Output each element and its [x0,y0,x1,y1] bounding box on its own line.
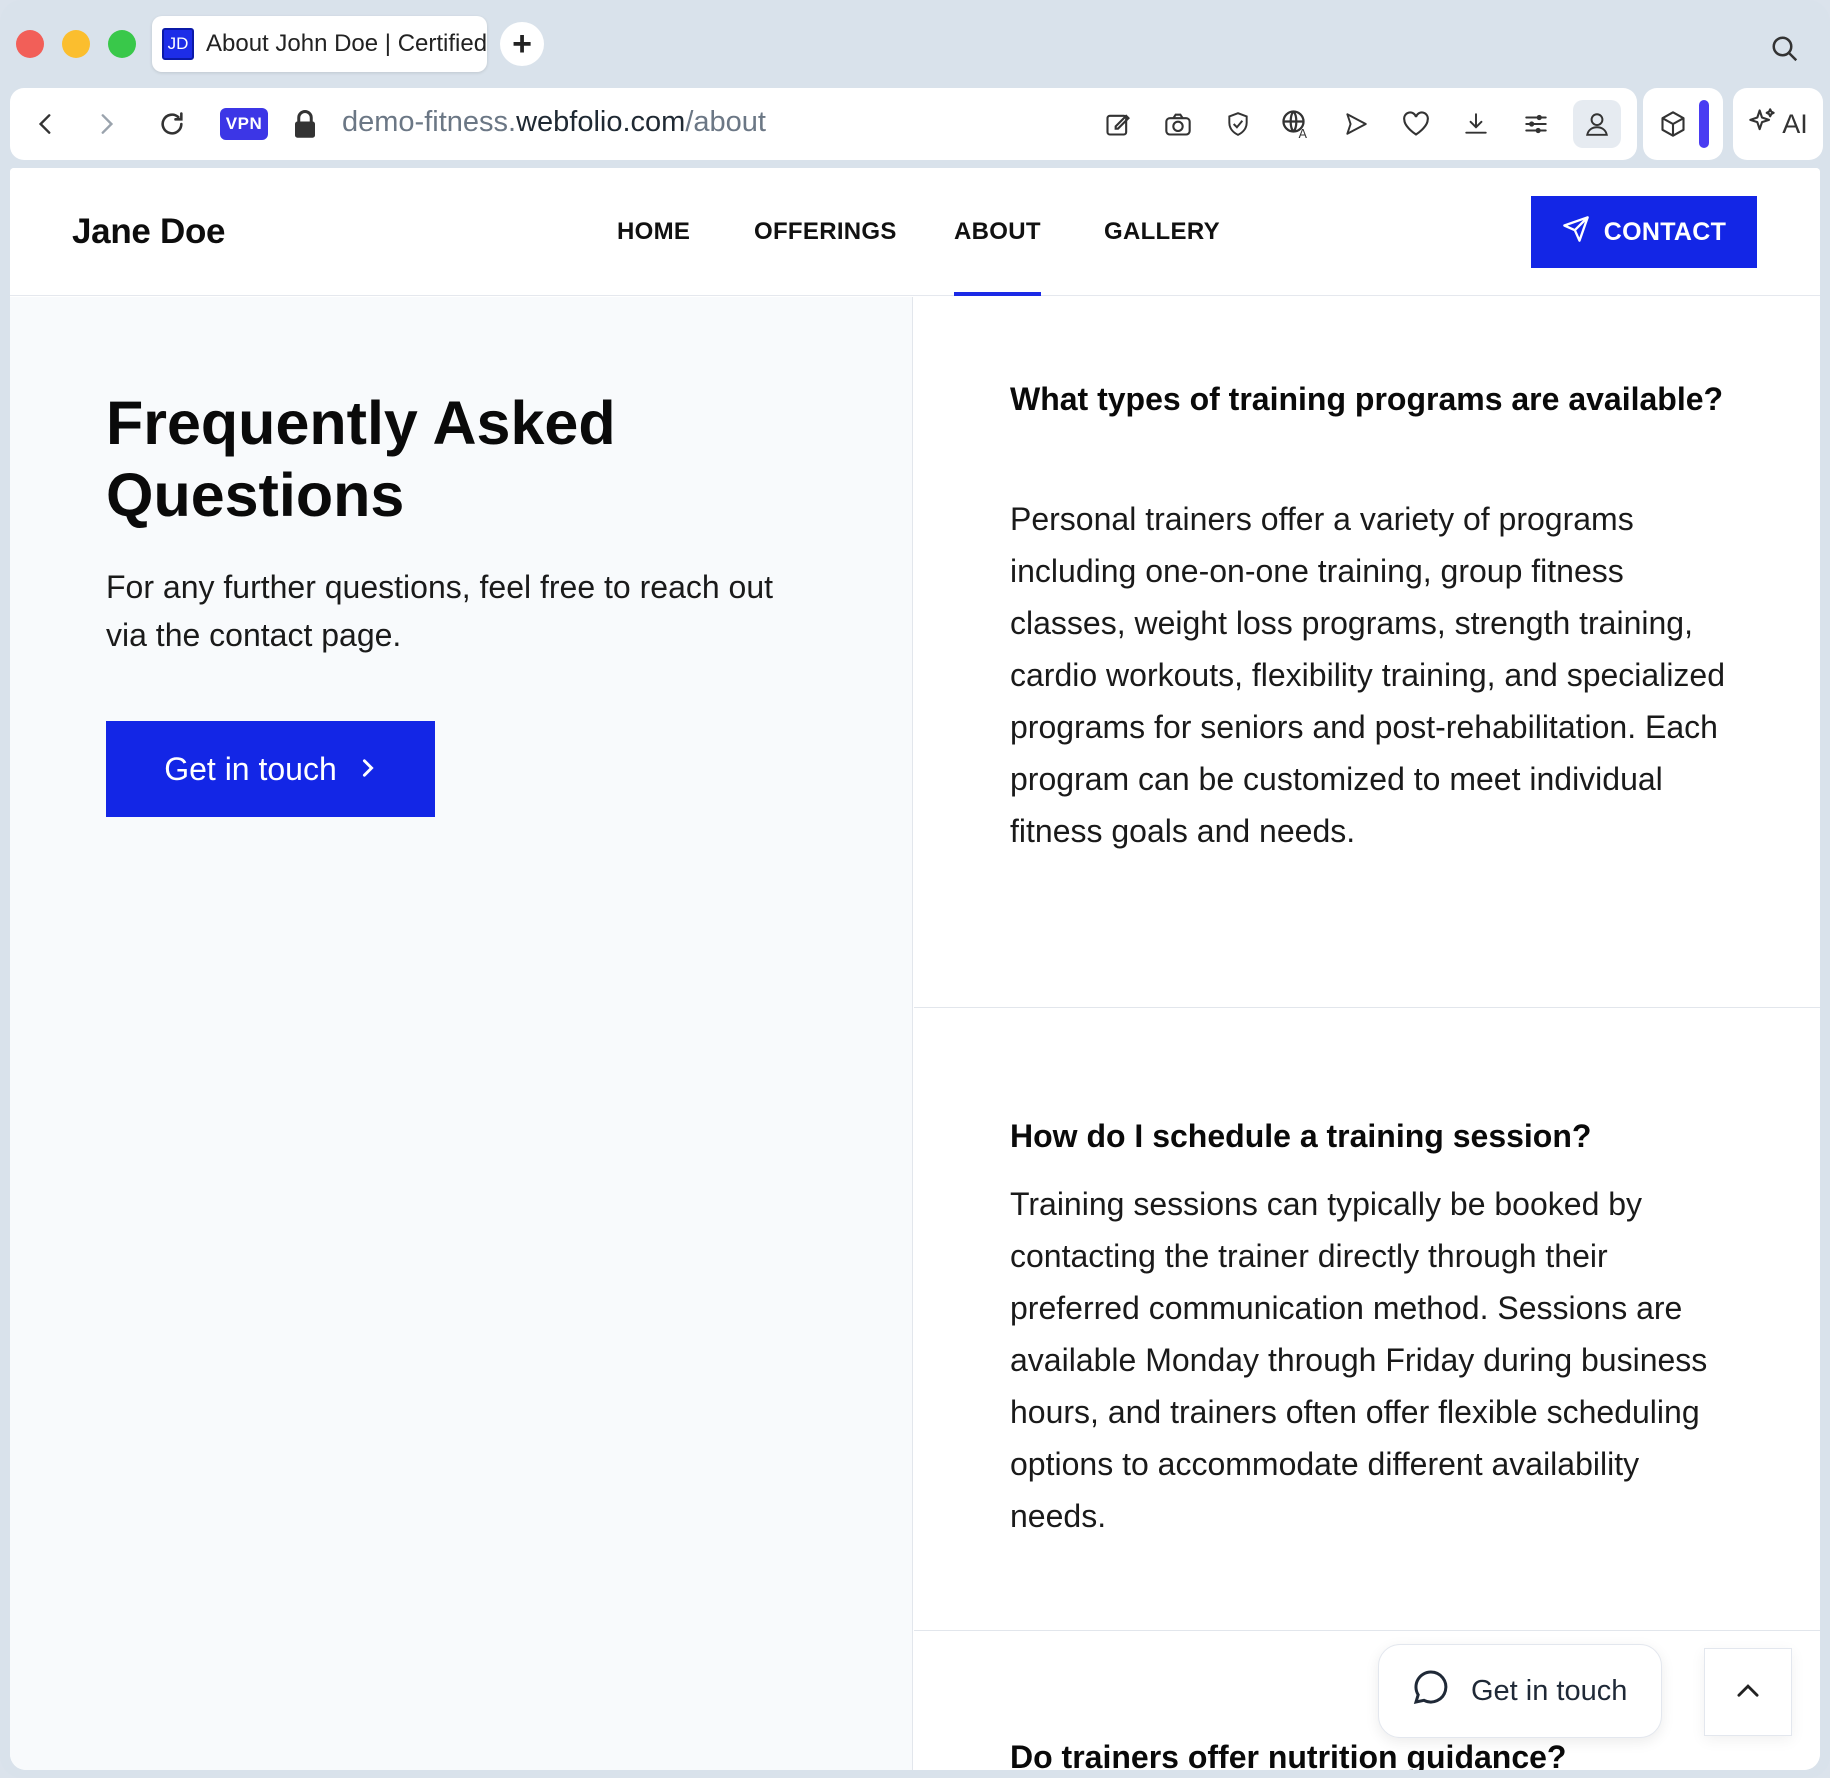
site-brand[interactable]: Jane Doe [72,212,226,252]
faq-title: Frequently Asked Questions [106,389,616,529]
maximize-window-button[interactable] [108,30,136,58]
faq-item: What types of training programs are avai… [914,297,1820,1008]
faq-item: Do trainers offer nutrition guidance? [914,1631,1820,1770]
vpn-button[interactable]: VPN [220,108,268,140]
translate-icon[interactable]: A [1278,106,1314,142]
heart-icon[interactable] [1398,106,1434,142]
contact-button[interactable]: CONTACT [1531,196,1757,268]
faq-item: How do I schedule a training session? Tr… [914,1008,1820,1631]
floating-chat-button[interactable]: Get in touch [1378,1644,1662,1738]
minimize-window-button[interactable] [62,30,90,58]
edit-page-icon[interactable] [1100,106,1136,142]
address-bar[interactable]: demo-fitness.webfolio.com/about [342,106,766,139]
faq-question: How do I schedule a training session? [1010,1118,1592,1154]
close-window-button[interactable] [16,30,44,58]
web-page: Jane Doe HOME OFFERINGS ABOUT GALLERY CO… [10,168,1820,1770]
tab-title: About John Doe | Certified Personal Trai… [206,30,487,57]
url-prefix: demo-fitness. [342,106,517,138]
faq-question: Do trainers offer nutrition guidance? [1010,1739,1567,1770]
contact-label: CONTACT [1603,217,1727,246]
camera-icon[interactable] [1160,106,1196,142]
reload-icon[interactable] [154,106,190,142]
chevron-up-icon [1735,1681,1761,1704]
paper-plane-icon [1562,215,1590,250]
nav-offerings[interactable]: OFFERINGS [754,218,897,246]
back-icon[interactable] [28,106,64,142]
chevron-right-icon [359,751,377,788]
sparkle-icon [1748,107,1776,142]
ai-assistant-button[interactable]: AI [1733,88,1823,160]
chat-label: Get in touch [1471,1674,1628,1707]
faq-subtitle: For any further questions, feel free to … [106,569,774,653]
extensions-panel [1643,88,1723,160]
browser-window: JD About John Doe | Certified Personal T… [0,0,1830,1778]
search-tabs-icon[interactable] [1770,34,1800,69]
url-domain: webfolio.com [516,106,686,138]
svg-text:A: A [1299,126,1308,139]
faq-answer: Personal trainers offer a variety of pro… [1010,501,1726,849]
active-tab[interactable]: JD About John Doe | Certified Personal T… [152,16,487,72]
ai-label: AI [1782,108,1808,139]
shield-icon[interactable] [1220,106,1256,142]
faq-answer: Training sessions can typically be booke… [1010,1186,1708,1534]
nav-gallery[interactable]: GALLERY [1104,218,1220,246]
user-icon [1583,110,1611,138]
sidebar-indicator[interactable] [1699,100,1709,148]
scroll-to-top-button[interactable] [1704,1648,1792,1736]
tab-bar: JD About John Doe | Certified Personal T… [0,0,1830,88]
faq-question: What types of training programs are avai… [1010,381,1724,417]
get-in-touch-label: Get in touch [164,750,337,787]
forward-icon[interactable] [88,106,124,142]
cube-icon[interactable] [1655,106,1691,142]
download-icon[interactable] [1458,106,1494,142]
get-in-touch-button[interactable]: Get in touch [106,721,435,817]
lock-icon[interactable] [288,106,322,142]
settings-sliders-icon[interactable] [1518,106,1554,142]
profile-button[interactable] [1573,100,1621,148]
chat-bubble-icon [1411,1667,1451,1715]
faq-intro: Frequently Asked Questions For any furth… [10,297,913,1770]
url-path: /about [685,106,766,138]
nav-about[interactable]: ABOUT [954,218,1041,296]
address-toolbar: VPN demo-fitness.webfolio.com/about A [10,88,1637,160]
new-tab-button[interactable]: + [500,22,544,66]
favicon-icon: JD [162,28,194,60]
nav-home[interactable]: HOME [617,218,690,246]
send-icon[interactable] [1338,106,1374,142]
site-header: Jane Doe HOME OFFERINGS ABOUT GALLERY CO… [10,168,1820,296]
